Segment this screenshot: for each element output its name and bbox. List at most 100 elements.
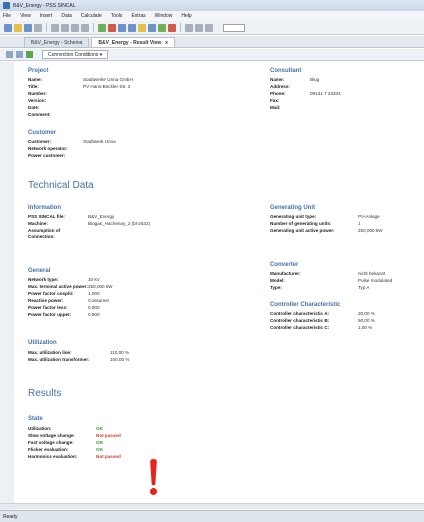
zoom-combo[interactable] [223,23,245,32]
field-label: Power customer: [28,153,66,158]
field-label: Name: [28,77,43,82]
network-icon[interactable] [158,23,166,32]
menu-calculate[interactable]: Calculate [81,13,102,19]
field-label: Max. utilization transformer: [28,357,90,362]
section-title: Controller Characteristic [270,302,341,308]
results-heading: Results [28,388,62,399]
run-icon[interactable] [98,23,106,32]
main-toolbar [0,21,424,35]
status-bar: Ready [0,510,424,522]
menu-view[interactable]: View [20,13,31,19]
field-label: Name: [270,77,285,82]
zoom-icon[interactable] [185,23,193,32]
field-value: 250,000 kW [358,228,383,233]
field-label: Generating unit type: [270,214,317,219]
field-label: Machine: [28,221,48,226]
menu-data[interactable]: Data [61,13,72,19]
field-value: 20,00 % [358,311,375,316]
cut-icon[interactable] [51,23,59,32]
field-value: Stadtwerke Unna GmbH [83,77,133,82]
fault-icon[interactable] [168,23,176,32]
field-value: 50,00 % [358,318,375,323]
field-label: Reactive power: [28,298,64,303]
technical-data-heading: Technical Data [28,180,94,191]
field-value: 0,900 [88,305,100,310]
section-title: Project [28,68,49,74]
undo-icon[interactable] [81,23,89,32]
export-icon[interactable] [16,51,23,58]
menu-help[interactable]: Help [181,13,191,19]
print-icon[interactable] [34,23,42,32]
menu-insert[interactable]: Insert [40,13,53,19]
tab-label: B&V_Energy - Result View [98,39,162,46]
field-value: Blug [310,77,320,82]
menu-file[interactable]: File [3,13,11,19]
field-label: Controller characteristic C: [270,325,330,330]
stop-icon[interactable] [108,23,116,32]
menu-window[interactable]: Window [155,13,173,19]
pan-icon[interactable] [205,23,213,32]
field-label: Comment: [28,112,51,117]
field-label: Fax: [270,98,280,103]
field-label: Connection: [28,234,55,239]
field-value: 110,00 % [110,350,130,355]
chart-icon[interactable] [138,23,146,32]
field-value: Pulse modulated [358,278,393,283]
tab-label: B&V_Energy - Schema [31,39,83,46]
close-icon[interactable]: x [165,40,168,46]
field-value: 10 kV [88,277,100,282]
field-value: 1 [358,221,361,226]
field-value: 1,00 % [358,325,373,330]
window-title: B&V_Energy - PSS SINCAL [13,2,76,9]
save-icon[interactable] [24,23,32,32]
field-label: Phone: [270,91,286,96]
field-label: Controller characteristic A: [270,311,330,316]
menu-extras[interactable]: Extras [131,13,145,19]
title-bar: B&V_Energy - PSS SINCAL [0,0,424,11]
field-value: nicht bekannt [358,271,386,276]
field-label: Network operator: [28,146,68,151]
result-toolbar: Connection Conditions ▾ [0,49,424,61]
status-value: OK [96,447,103,452]
status-text: Ready [3,513,18,520]
section-title: Generating Unit [270,205,316,211]
field-label: Power factor cosphi: [28,291,74,296]
horizontal-scrollbar[interactable] [0,503,424,509]
field-value: PV Hans-Böckler-Str. 3 [83,84,131,89]
connection-conditions-dropdown[interactable]: Connection Conditions ▾ [42,50,109,59]
calculate-icon[interactable] [118,23,126,32]
refresh-icon[interactable] [26,51,33,58]
field-label: Version: [28,98,47,103]
field-label: Power factor less: [28,305,68,310]
warning-exclamation-dot [150,488,157,495]
field-value: 1,000 [88,291,100,296]
print-icon[interactable] [6,51,13,58]
toolbar-separator [93,23,94,32]
field-label: Controller characteristic B: [270,318,330,323]
toolbar-separator [180,23,181,32]
paste-icon[interactable] [71,23,79,32]
copy-icon[interactable] [61,23,69,32]
toolbar-separator [46,23,47,32]
new-file-icon[interactable] [4,23,12,32]
table-icon[interactable] [128,23,136,32]
open-folder-icon[interactable] [14,23,22,32]
field-value: PV-Anlage [358,214,380,219]
status-value: Not passed [96,433,121,438]
field-label: Slow voltage change: [28,433,75,438]
field-value: Consumer [88,298,110,303]
field-value: Typ A [358,285,370,290]
field-label: Address: [270,84,290,89]
field-label: Date: [28,105,40,110]
field-value: 250,000 kW [88,284,113,289]
field-label: Power factor upper: [28,312,72,317]
grid-icon[interactable] [148,23,156,32]
select-icon[interactable] [195,23,203,32]
tab-schema[interactable]: B&V_Energy - Schema [24,37,90,47]
tab-result-view[interactable]: B&V_Energy - Result View x [91,37,175,47]
field-value: 09131 7 33204 [310,91,341,96]
section-title: Converter [270,262,299,268]
menu-tools[interactable]: Tools [111,13,123,19]
field-value: Stadtwerk Unna [83,139,116,144]
field-value: Biogas_Hachenay_2 (bl-2632) [88,221,151,226]
